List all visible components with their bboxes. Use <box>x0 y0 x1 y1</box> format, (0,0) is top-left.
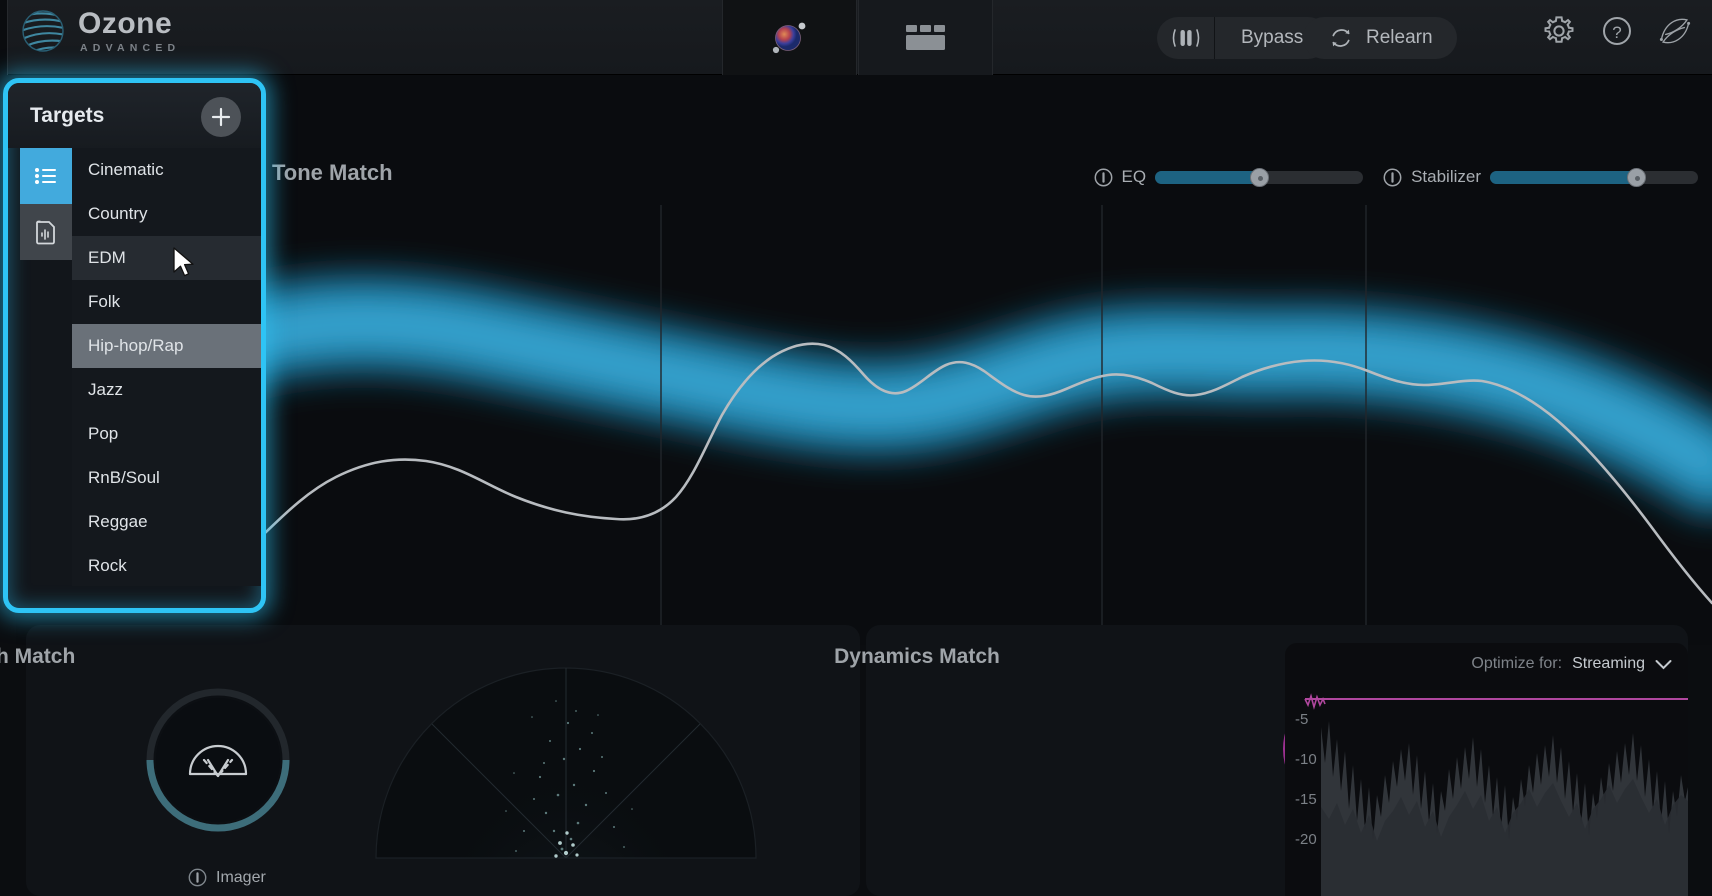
header-icon-group: ? <box>1542 14 1692 48</box>
bypass-label: Bypass <box>1241 27 1304 48</box>
target-item-edm[interactable]: EDM <box>72 236 261 280</box>
stabilizer-label: Stabilizer <box>1411 167 1481 186</box>
power-toggle-icon[interactable] <box>1383 168 1402 187</box>
help-icon[interactable]: ? <box>1600 14 1634 48</box>
relearn-circular-arrows-icon <box>1332 29 1350 47</box>
loudness-meter-panel[interactable]: Optimize for: Streaming -5 -10 -15 -20 <box>1285 643 1688 896</box>
stabilizer-control: Stabilizer <box>1383 167 1698 187</box>
chevron-down-icon[interactable] <box>1655 659 1672 670</box>
imager-label: Imager <box>216 868 266 886</box>
target-item-reggae[interactable]: Reggae <box>72 500 261 544</box>
target-item-hip-hop-rap[interactable]: Hip-hop/Rap <box>72 324 261 368</box>
eq-control: EQ <box>1094 167 1364 187</box>
meter-tick--10: -10 <box>1295 751 1317 768</box>
power-toggle-icon[interactable] <box>1094 168 1113 187</box>
tab-modules[interactable] <box>858 0 993 75</box>
izotope-logo-icon[interactable] <box>1658 14 1692 48</box>
plus-icon <box>211 107 231 127</box>
target-item-folk[interactable]: Folk <box>72 280 261 324</box>
target-item-country[interactable]: Country <box>72 192 261 236</box>
targets-title: Targets <box>30 103 105 127</box>
modules-grid-icon <box>905 24 945 50</box>
tab-master-assistant[interactable] <box>722 0 857 75</box>
targets-list[interactable]: Cinematic Country EDM Folk Hip-hop/Rap J… <box>72 148 261 586</box>
loudness-history-graph <box>1285 691 1688 896</box>
list-icon <box>35 168 56 184</box>
imager-knob-label: Imager <box>188 868 266 887</box>
window-left-edge <box>0 0 8 75</box>
app-header: Ozone ADVANCED Bypass Relearn ? <box>0 0 1712 75</box>
target-item-jazz[interactable]: Jazz <box>72 368 261 412</box>
meter-bypass-icon <box>1172 29 1199 47</box>
dynamics-match-title: Dynamics Match <box>834 645 1000 668</box>
optimize-for-dropdown[interactable]: Optimize for: Streaming <box>1471 655 1672 673</box>
gear-icon[interactable] <box>1542 14 1576 48</box>
mouse-pointer-icon <box>173 247 194 277</box>
meter-tick--15: -15 <box>1295 791 1317 808</box>
app-logo: Ozone ADVANCED <box>20 8 180 54</box>
optimize-for-label: Optimize for: <box>1471 655 1563 672</box>
eq-label: EQ <box>1121 167 1147 186</box>
tone-match-controls: EQ Stabilizer <box>1094 167 1698 187</box>
brand-edition: ADVANCED <box>80 41 181 54</box>
add-target-button[interactable] <box>201 97 241 137</box>
target-item-rock[interactable]: Rock <box>72 544 261 586</box>
svg-text:?: ? <box>1612 23 1621 42</box>
brand-name: Ozone <box>78 6 173 40</box>
meter-tick--20: -20 <box>1295 831 1317 848</box>
eq-slider-knob[interactable] <box>1250 167 1270 187</box>
targets-view-rail <box>20 148 72 608</box>
ozone-advanced-window: Ozone ADVANCED Bypass Relearn ? Tone Mat… <box>0 0 1712 896</box>
relearn-label: Relearn <box>1366 27 1433 48</box>
stabilizer-slider-fill <box>1490 170 1636 184</box>
orb-icon <box>772 22 805 53</box>
page-title: Tone Match <box>272 160 393 185</box>
targets-panel: Targets Cinematic Country EDM Folk Hip-h… <box>3 78 266 613</box>
power-toggle-icon[interactable] <box>188 868 207 887</box>
targets-file-view-button[interactable] <box>20 204 72 260</box>
bypass-meter-button[interactable] <box>1157 17 1215 59</box>
target-item-rnb-soul[interactable]: RnB/Soul <box>72 456 261 500</box>
spectrum-plot <box>16 205 1712 645</box>
relearn-button[interactable]: Relearn <box>1303 17 1457 59</box>
meter-tick--5: -5 <box>1295 711 1309 728</box>
tone-match-graph[interactable] <box>16 205 1712 645</box>
ozone-globe-icon <box>22 10 64 52</box>
eq-slider-fill <box>1155 170 1260 184</box>
eq-slider[interactable] <box>1155 167 1364 187</box>
stabilizer-slider[interactable] <box>1490 167 1698 187</box>
brand-text: Ozone ADVANCED <box>78 6 181 54</box>
imager-knob[interactable] <box>138 680 298 840</box>
stabilizer-slider-knob[interactable] <box>1626 167 1646 187</box>
target-item-pop[interactable]: Pop <box>72 412 261 456</box>
vectorscope-display[interactable] <box>366 653 766 896</box>
target-item-cinematic[interactable]: Cinematic <box>72 148 261 192</box>
optimize-for-value: Streaming <box>1572 655 1645 672</box>
targets-list-view-button[interactable] <box>20 148 72 204</box>
audio-file-icon <box>35 220 55 245</box>
targets-panel-header: Targets <box>8 83 261 148</box>
